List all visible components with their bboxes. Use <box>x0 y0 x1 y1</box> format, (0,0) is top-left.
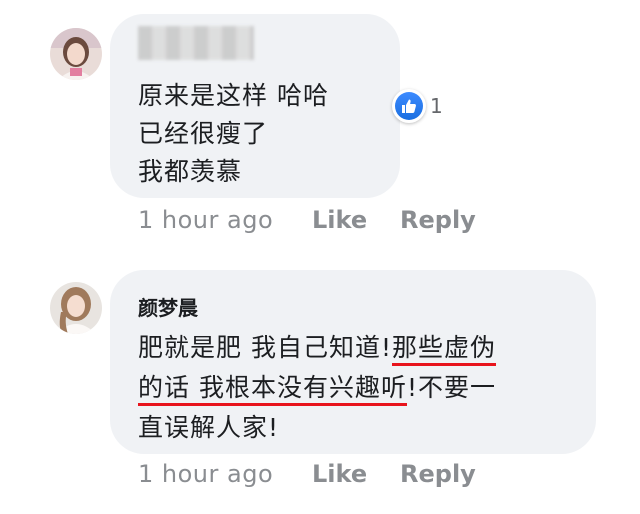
comment-text-line: 的话 我根本没有兴趣听!不要一 <box>138 368 496 406</box>
comment-bubble: 颜梦晨 肥就是肥 我自己知道!那些虚伪 的话 我根本没有兴趣听!不要一 直误解人… <box>110 270 596 454</box>
highlighted-text: 的话 我根本没有兴趣听 <box>138 373 407 406</box>
comment-text: 肥就是肥 我自己知道! <box>138 333 392 362</box>
avatar[interactable] <box>50 28 102 80</box>
timestamp[interactable]: 1 hour ago <box>138 206 273 234</box>
author-name[interactable]: 颜梦晨 <box>138 292 198 321</box>
comment-text-line: 我都羡慕 <box>138 157 243 186</box>
reaction-count: 1 <box>430 94 443 118</box>
comment-text: !不要一 <box>406 373 496 402</box>
comment-text-line: 原来是这样 哈哈 <box>138 81 329 110</box>
avatar-image <box>50 28 102 80</box>
reply-button[interactable]: Reply <box>400 460 476 488</box>
comment-bubble: 原来是这样 哈哈 已经很瘦了 我都羡慕 <box>110 14 400 198</box>
like-icon <box>392 89 426 123</box>
reply-button[interactable]: Reply <box>400 206 476 234</box>
comment-text-line: 肥就是肥 我自己知道!那些虚伪 <box>138 328 496 366</box>
comment-thread: 原来是这样 哈哈 已经很瘦了 我都羡慕 1 1 hour ago Like Re… <box>0 0 640 514</box>
avatar-image <box>50 282 102 334</box>
like-button[interactable]: Like <box>312 206 367 234</box>
avatar[interactable] <box>50 282 102 334</box>
timestamp[interactable]: 1 hour ago <box>138 460 273 488</box>
like-button[interactable]: Like <box>312 460 367 488</box>
comment-text-line: 直误解人家! <box>138 413 280 442</box>
author-name-redacted[interactable] <box>138 26 254 60</box>
highlighted-text: 那些虚伪 <box>391 333 496 366</box>
reaction-summary[interactable]: 1 <box>392 88 443 124</box>
comment-text-line: 已经很瘦了 <box>138 119 269 148</box>
